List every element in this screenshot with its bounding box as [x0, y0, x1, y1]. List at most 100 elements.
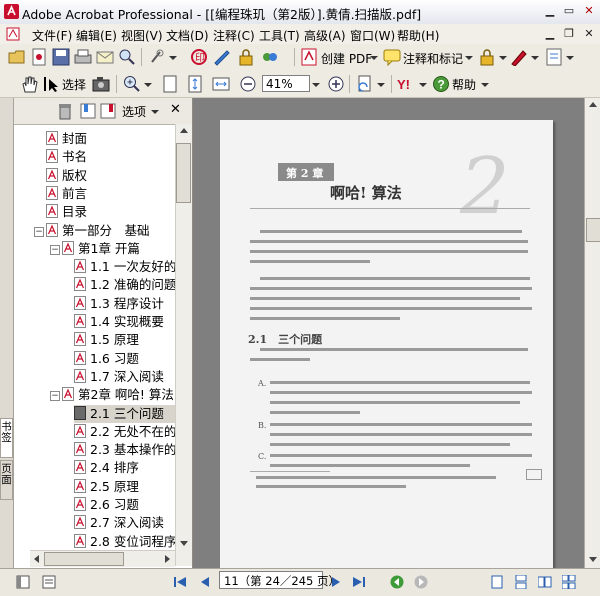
- share-icon[interactable]: [261, 48, 279, 66]
- doc-minimize-button[interactable]: ▁: [541, 26, 559, 42]
- chevron-down-icon[interactable]: [168, 49, 178, 67]
- new-bookmark-icon[interactable]: [79, 102, 97, 120]
- search-icon[interactable]: [118, 48, 136, 66]
- menu-advanced[interactable]: 高级(A): [304, 27, 346, 44]
- sign-icon[interactable]: [213, 48, 231, 66]
- go-forward-icon[interactable]: [414, 575, 428, 589]
- tab-bookmarks[interactable]: 书签: [0, 418, 13, 458]
- create-pdf-icon[interactable]: [300, 48, 318, 66]
- comment-markup-button[interactable]: 注释和标记: [403, 50, 463, 67]
- zoom-in-icon[interactable]: [123, 75, 141, 93]
- collapse-toggle[interactable]: −: [50, 244, 60, 255]
- create-icon[interactable]: [30, 48, 48, 66]
- comment-icon[interactable]: [383, 48, 401, 66]
- menu-document[interactable]: 文档(D): [166, 27, 209, 44]
- bookmark-item[interactable]: 2.8 变位词程序: [74, 533, 175, 551]
- first-page-icon[interactable]: [173, 575, 187, 589]
- bookmark-props-icon[interactable]: [99, 102, 117, 120]
- continuous-icon[interactable]: [514, 575, 528, 589]
- rotate-icon[interactable]: [356, 75, 374, 93]
- bookmark-item[interactable]: 第1章 开篇: [62, 240, 140, 258]
- maximize-button[interactable]: ▭: [560, 3, 578, 19]
- last-page-icon[interactable]: [352, 575, 366, 589]
- chevron-down-icon[interactable]: [143, 76, 153, 94]
- document-scrollbar[interactable]: [584, 98, 600, 568]
- actual-size-icon[interactable]: [161, 75, 179, 93]
- scroll-left-icon[interactable]: [32, 554, 42, 564]
- yahoo-icon[interactable]: Y!: [397, 75, 419, 93]
- email-icon[interactable]: [96, 48, 114, 66]
- continuous-facing-icon[interactable]: [562, 575, 576, 589]
- save-icon[interactable]: [52, 48, 70, 66]
- menu-file[interactable]: 文件(F): [32, 27, 72, 44]
- create-pdf-button[interactable]: 创建 PDF: [321, 50, 372, 67]
- scroll-down-icon[interactable]: [588, 554, 598, 564]
- pdf-page[interactable]: 第 2 章 啊哈! 算法 2 2.1 三个问题 A. B. C.: [220, 120, 553, 568]
- bookmark-item[interactable]: 1.6 习题: [74, 350, 139, 368]
- single-page-icon[interactable]: [490, 575, 504, 589]
- bookmark-item[interactable]: 1.2 准确的问题描: [74, 276, 175, 294]
- hscroll-thumb[interactable]: [44, 552, 124, 566]
- bookmark-item[interactable]: 第一部分 基础: [46, 222, 150, 240]
- bookmark-item[interactable]: 2.3 基本操作的: [74, 441, 175, 459]
- snapshot-icon[interactable]: [92, 75, 110, 93]
- bookmark-item[interactable]: 2.6 习题: [74, 496, 139, 514]
- hand-tool-icon[interactable]: [20, 75, 38, 93]
- close-button[interactable]: ✕: [580, 3, 598, 19]
- lock-icon[interactable]: [478, 48, 496, 66]
- doc-close-button[interactable]: ✕: [580, 26, 598, 42]
- print-icon[interactable]: [74, 48, 92, 66]
- chevron-down-icon[interactable]: [565, 49, 575, 67]
- collapse-toggle[interactable]: −: [34, 226, 44, 237]
- chevron-down-icon[interactable]: [311, 76, 321, 94]
- close-panel-icon[interactable]: ✕: [170, 102, 181, 117]
- secure-icon[interactable]: [237, 48, 255, 66]
- chevron-down-icon[interactable]: [464, 49, 474, 67]
- previous-page-icon[interactable]: [198, 575, 212, 589]
- scroll-up-icon[interactable]: [179, 126, 189, 136]
- menu-window[interactable]: 窗口(W): [350, 27, 395, 44]
- scroll-down-icon[interactable]: [179, 538, 189, 548]
- scroll-up-icon[interactable]: [588, 100, 598, 110]
- bookmark-item[interactable]: 1.4 实现概要: [74, 313, 164, 331]
- bookmark-item[interactable]: 前言: [46, 185, 87, 203]
- options-menu[interactable]: 选项: [122, 103, 146, 120]
- bookmark-item[interactable]: 1.1 一次友好的: [74, 258, 175, 276]
- tab-pages[interactable]: 页面: [0, 460, 13, 500]
- help-icon[interactable]: ?: [432, 75, 450, 93]
- chevron-down-icon[interactable]: [498, 49, 508, 67]
- attach-icon[interactable]: [147, 48, 165, 66]
- bookmark-item[interactable]: 1.3 程序设计: [74, 295, 164, 313]
- bookmark-item[interactable]: 2.2 无处不在的: [74, 423, 175, 441]
- bookmark-item[interactable]: 第2章 啊哈! 算法: [62, 386, 174, 404]
- bookmark-item[interactable]: 2.4 排序: [74, 459, 139, 477]
- menu-view[interactable]: 视图(V): [121, 27, 163, 44]
- bookmarks-scroll-thumb[interactable]: [176, 143, 191, 203]
- bookmark-item[interactable]: 1.7 深入阅读: [74, 368, 164, 386]
- chevron-down-icon[interactable]: [480, 76, 490, 94]
- chevron-down-icon[interactable]: [369, 49, 379, 67]
- chevron-down-icon[interactable]: [530, 49, 540, 67]
- panel-toggle-icon[interactable]: [16, 575, 30, 589]
- go-back-icon[interactable]: [390, 575, 404, 589]
- select-tool-label[interactable]: 选择: [62, 76, 86, 93]
- doc-restore-button[interactable]: ❐: [560, 26, 578, 42]
- help-button[interactable]: 帮助: [452, 76, 476, 93]
- bookmark-item[interactable]: 版权: [46, 167, 87, 185]
- bookmark-item[interactable]: 2.5 原理: [74, 478, 139, 496]
- page-number-input[interactable]: 11（第 24／245 页）: [219, 571, 340, 589]
- bookmark-item[interactable]: 1.5 原理: [74, 331, 139, 349]
- fit-width-icon[interactable]: [212, 75, 230, 93]
- chevron-down-icon[interactable]: [150, 103, 160, 121]
- fit-page-icon[interactable]: [186, 75, 204, 93]
- facing-icon[interactable]: [538, 575, 552, 589]
- bookmarks-hscrollbar[interactable]: [30, 550, 175, 567]
- bookmark-item[interactable]: 目录: [46, 203, 87, 221]
- menu-help[interactable]: 帮助(H): [397, 27, 439, 44]
- bookmark-item[interactable]: 2.1 三个问题: [74, 404, 175, 423]
- collapse-toggle[interactable]: −: [50, 391, 60, 402]
- pen-icon[interactable]: [510, 48, 528, 66]
- select-tool-icon[interactable]: [42, 75, 60, 93]
- open-icon[interactable]: [8, 48, 26, 66]
- scroll-right-icon[interactable]: [162, 554, 172, 564]
